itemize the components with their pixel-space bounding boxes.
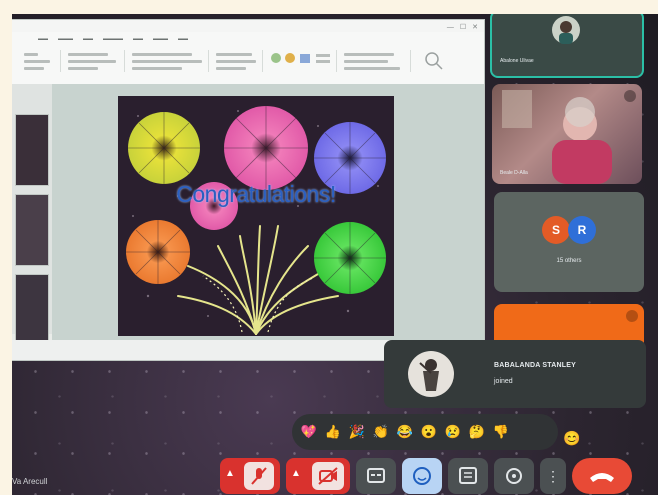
sad-emoji-icon[interactable]: 😢 [442,421,464,443]
present-button[interactable] [448,458,488,494]
slide-thumbnail-pane [12,84,52,346]
ribbon-tab[interactable]: ▬▬ [133,36,143,42]
tile-more-icon[interactable] [626,310,638,322]
leave-call-icon [590,473,614,482]
meeting-name-label: Va Arecull [12,477,48,486]
ribbon-group-clipboard[interactable] [20,50,61,72]
party-emoji-icon[interactable]: 🎉 [346,421,368,443]
heart-emoji-icon[interactable]: 💖 [298,421,320,443]
mic-off-icon [244,462,274,490]
participant-name: Abalone Ulivae [500,58,534,64]
emoji-button[interactable] [402,458,442,494]
captions-icon [367,468,385,483]
thinking-emoji-icon[interactable]: 🤔 [466,421,488,443]
ribbon-tab[interactable]: ▬▬ [38,36,48,42]
shared-screen-window: — ☐ ✕ ▬▬ ▬▬▬ ▬▬ ▬▬▬▬ ▬▬ ▬▬▬ ▬▬ Congratul… [12,20,484,360]
tile-more-icon[interactable] [624,90,636,102]
ribbon-tab[interactable]: ▬▬▬ [153,36,168,42]
participant-tile-others[interactable]: S R 15 others [494,192,644,292]
toast-status: joined [494,378,513,385]
avatar [552,16,580,44]
participant-tile-active[interactable]: Abalone Ulivae [490,14,644,78]
ribbon-group-paragraph[interactable] [212,50,263,72]
participant-tile-video[interactable]: Beale D-Alla [492,84,642,184]
present-icon [459,467,477,484]
ribbon-tab[interactable]: ▬▬▬ [58,36,73,42]
slide-thumbnail[interactable] [15,194,49,266]
clap-emoji-icon[interactable]: 👏 [370,421,392,443]
emoji-icon [413,467,431,485]
more-icon: ⋮ [546,468,560,484]
ribbon-tab[interactable]: ▬▬▬▬ [103,36,123,42]
captions-button[interactable] [356,458,396,494]
fireworks-illustration [126,106,386,335]
others-count-label: 15 others [556,258,582,264]
camera-toggle-button[interactable]: ▲ [286,458,350,494]
ribbon-tab[interactable]: ▬▬ [178,36,188,42]
ribbon-group-slides[interactable] [64,50,125,72]
reactions-bar: 💖 👍 🎉 👏 😂 😮 😢 🤔 👎 [292,414,558,450]
slide-thumbnail[interactable] [15,274,49,346]
smile-emoji-icon[interactable]: 😊 [560,426,584,450]
avatar-r: R [568,216,596,244]
surprised-emoji-icon[interactable]: 😮 [418,421,440,443]
slide-thumbnail[interactable] [15,114,49,186]
window-title-bar: — ☐ ✕ [12,20,484,32]
meeting-stage: — ☐ ✕ ▬▬ ▬▬▬ ▬▬ ▬▬▬▬ ▬▬ ▬▬▬ ▬▬ Congratul… [12,14,658,495]
ribbon-group-editing[interactable] [340,50,411,72]
toast-participant-name: BABALANDA STANLEY [494,362,576,369]
current-slide: Congratulations! [118,96,394,336]
chevron-up-icon[interactable]: ▲ [291,468,301,479]
avatar [408,351,454,397]
leave-call-button[interactable] [572,458,632,494]
activities-icon [506,468,522,484]
thumbs-down-emoji-icon[interactable]: 👎 [490,421,512,443]
participant-joined-toast: BABALANDA STANLEY joined [384,340,646,408]
laugh-emoji-icon[interactable]: 😂 [394,421,416,443]
participant-name: Beale D-Alla [500,170,528,176]
thumbs-up-emoji-icon[interactable]: 👍 [322,421,344,443]
more-options-button[interactable]: ⋮ [540,458,566,494]
mic-toggle-button[interactable]: ▲ [220,458,280,494]
slide-caption: Congratulations! [176,181,336,207]
ribbon-group-designer[interactable] [414,50,464,72]
ribbon-group-drawing[interactable] [266,50,337,72]
activities-button[interactable] [494,458,534,494]
ribbon-toolbar: ▬▬ ▬▬▬ ▬▬ ▬▬▬▬ ▬▬ ▬▬▬ ▬▬ [12,32,484,85]
camera-off-icon [312,462,344,490]
ribbon-tab[interactable]: ▬▬ [83,36,93,42]
avatar-s: S [542,216,570,244]
video-feed [502,90,612,184]
chevron-up-icon[interactable]: ▲ [225,468,235,479]
ribbon-tabs: ▬▬ ▬▬▬ ▬▬ ▬▬▬▬ ▬▬ ▬▬▬ ▬▬ [38,36,188,42]
ribbon-group-font[interactable] [128,50,209,72]
